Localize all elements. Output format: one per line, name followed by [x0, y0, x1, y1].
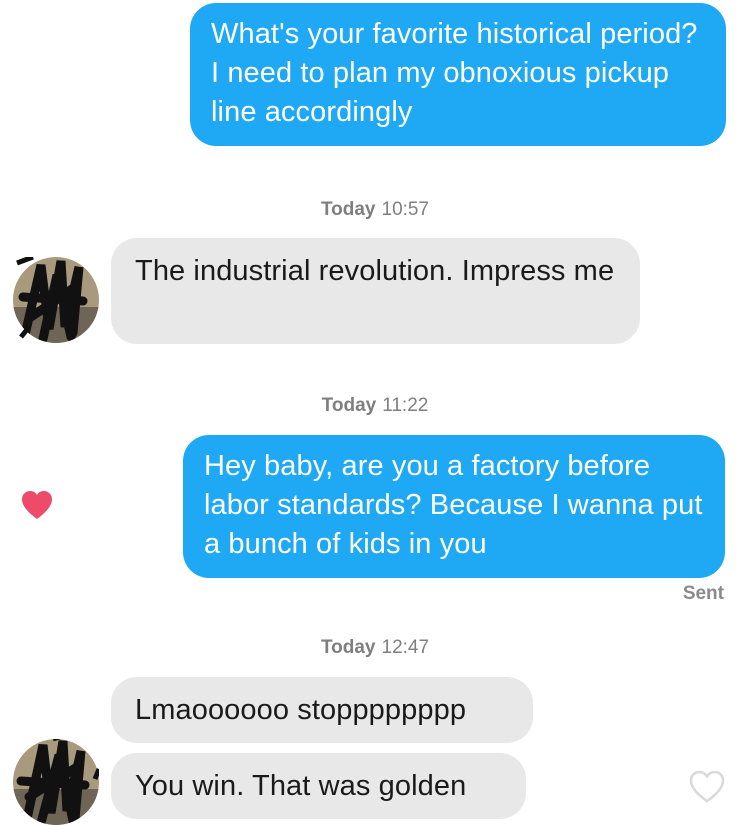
timestamp: Today 10:57 [0, 199, 750, 221]
timestamp-time: 12:47 [381, 637, 430, 658]
timestamp: Today 12:47 [0, 637, 750, 659]
timestamp-day: Today [321, 395, 377, 416]
message-bubble-received[interactable]: You win. That was golden [111, 753, 526, 819]
message-bubble-sent[interactable]: Hey baby, are you a factory before labor… [183, 435, 725, 578]
message-bubble-received[interactable]: Lmaoooooo stopppppppp [111, 677, 533, 743]
message-bubble-received[interactable]: The industrial revolution. Impress me [111, 238, 640, 344]
timestamp-time: 11:22 [382, 395, 429, 416]
avatar[interactable] [13, 257, 99, 343]
heart-filled-icon[interactable] [21, 490, 53, 520]
timestamp-day: Today [320, 637, 376, 658]
message-text: You win. That was golden [135, 770, 467, 802]
timestamp: Today 11:22 [0, 395, 750, 417]
message-text: Hey baby, are you a factory before labor… [204, 450, 703, 560]
timestamp-day: Today [320, 199, 376, 220]
message-text: Lmaoooooo stopppppppp [135, 694, 467, 726]
avatar[interactable] [13, 739, 99, 825]
heart-outline-icon[interactable] [689, 770, 725, 803]
timestamp-time: 10:57 [381, 199, 430, 220]
message-text: What's your favorite historical period? … [211, 18, 698, 128]
message-text: The industrial revolution. Impress me [135, 255, 615, 287]
delivery-status: Sent [682, 583, 724, 604]
message-bubble-sent[interactable]: What's your favorite historical period? … [190, 3, 726, 146]
